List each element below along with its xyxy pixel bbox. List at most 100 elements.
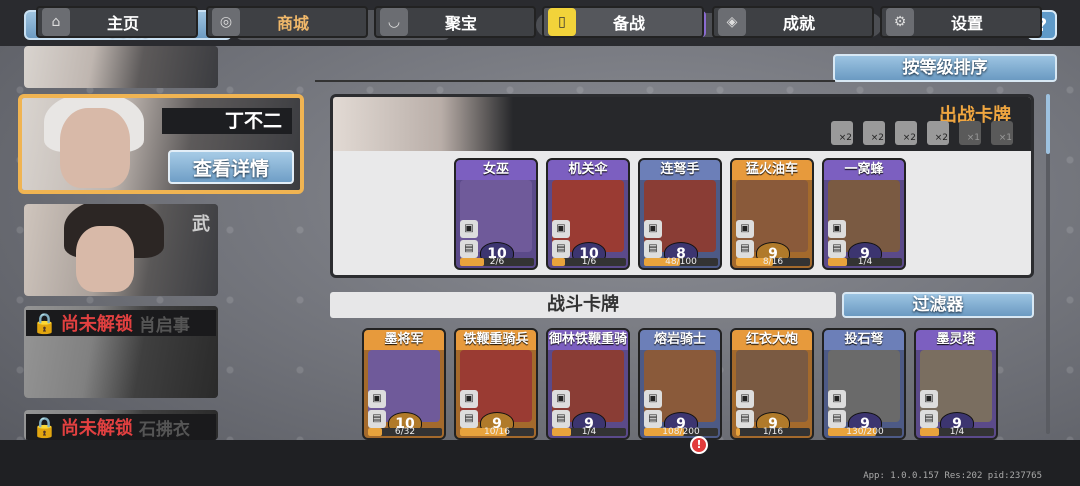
nav-home[interactable]: ⌂ 主页 (36, 6, 198, 38)
card-name: 一窝蜂 (844, 162, 884, 177)
card-name: 墨将军 (384, 332, 424, 347)
trait-icon: ▤ (828, 240, 846, 258)
trait-icon: ▣ (644, 220, 662, 238)
trait-icon: ▤ (368, 410, 386, 428)
trait-icon: ▤ (828, 410, 846, 428)
battle-card[interactable]: 铁鞭重骑兵 ▣ ▤ 9 10/16 (454, 328, 538, 440)
version-text: App: 1.0.0.157 Res:202 pid:237765 (863, 471, 1042, 481)
trait-icon: ▤ (460, 240, 478, 258)
battle-card[interactable]: 熔岩骑士 ▣ ▤ 9 108/200 (638, 328, 722, 440)
battle-cards-header: 战斗卡牌 (330, 292, 836, 318)
locked-banner: 🔒 尚未解锁 肖启事 (26, 310, 216, 336)
card-name: 熔岩骑士 (653, 332, 706, 347)
card-name: 连弩手 (660, 162, 700, 177)
card-name: 猛火油车 (745, 162, 798, 177)
lock-icon: 🔒 (32, 311, 57, 335)
trait-icon: ▤ (644, 410, 662, 428)
trait-icon: ▣ (920, 390, 938, 408)
trait-icon: ▣ (828, 390, 846, 408)
view-details-button[interactable]: 查看详情 (168, 150, 294, 184)
trait-icon: ▣ (460, 220, 478, 238)
filter-button[interactable]: 过滤器 (842, 292, 1034, 318)
trait-icon: ▣ (736, 220, 754, 238)
slot-sword-icon: ×2 (831, 121, 853, 145)
hero-name: 丁不二 (162, 108, 292, 134)
sort-by-level-button[interactable]: 按等级排序 (833, 54, 1057, 82)
coins-icon: ◎ (212, 8, 240, 36)
slot-gear-icon: ×2 (895, 121, 917, 145)
card-progress: 8/16 (736, 258, 810, 267)
trait-icon: ▣ (644, 390, 662, 408)
battle-card[interactable]: 御林铁鞭重骑兵▣▤91/4 (546, 328, 630, 440)
card-progress: 10/16 (460, 428, 534, 437)
hero-card-locked-2[interactable]: 🔒 尚未解锁 石拂衣 (24, 410, 218, 440)
trait-icon: ▤ (736, 240, 754, 258)
scrollbar-thumb[interactable] (1046, 94, 1050, 154)
divider (315, 80, 835, 82)
card-progress: 1/4 (552, 428, 626, 437)
card-progress: 1/4 (920, 428, 994, 437)
nav-achievements[interactable]: ◈ 成就 (712, 6, 874, 38)
trait-icon: ▤ (552, 410, 570, 428)
battle-card[interactable]: 墨灵塔 ▣ ▤ 9 1/4 (914, 328, 998, 440)
slot-helmet-icon: ×2 (863, 121, 885, 145)
deck-hero-portrait (333, 97, 513, 151)
notification-badge: ! (690, 436, 708, 454)
nav-prepare[interactable]: ▯ 备战 (542, 6, 704, 38)
hero-card-wu[interactable]: 武 (24, 204, 218, 296)
trait-icon: ▣ (736, 390, 754, 408)
deck-card[interactable]: 一窝蜂 ▣ ▤ 9 1/4 (822, 158, 906, 270)
nav-shop[interactable]: ◎ 商城 (206, 6, 368, 38)
card-progress: 108/200 (644, 428, 718, 437)
trait-icon: ▤ (644, 240, 662, 258)
battle-card[interactable]: 投石弩 ▣ ▤ 9 130/200 (822, 328, 906, 440)
card-progress: 48/100 (644, 258, 718, 267)
hero-face (76, 226, 134, 292)
slot-burst-icon: ×2 (927, 121, 949, 145)
battle-card[interactable]: 墨将军 ▣ ▤ 10 6/32 (362, 328, 446, 440)
card-name: 机关伞 (568, 162, 608, 177)
card-progress: 2/6 (460, 258, 534, 267)
deck-card[interactable]: 女巫 ▣ ▤ 10 2/6 (454, 158, 538, 270)
card-name: 红衣大炮 (745, 332, 798, 347)
card-name: 墨灵塔 (936, 332, 976, 347)
card-name: 御林铁鞭重骑兵 (548, 332, 627, 367)
hero-portrait (24, 46, 218, 88)
card-name: 铁鞭重骑兵 (463, 332, 529, 347)
card-progress: 1/6 (552, 258, 626, 267)
card-name: 投石弩 (844, 332, 884, 347)
scrollbar[interactable] (1046, 94, 1050, 434)
trait-icon: ▤ (736, 410, 754, 428)
hero-card-selected[interactable]: 丁不二 查看详情 (18, 94, 304, 194)
cards-icon: ▯ (548, 8, 576, 36)
home-icon: ⌂ (42, 8, 70, 36)
hero-name: 武 (192, 214, 210, 235)
hero-face (60, 108, 130, 188)
trait-icon: ▤ (460, 410, 478, 428)
battle-card[interactable]: 红衣大炮 ▣ ▤ 9 1/16 (730, 328, 814, 440)
trait-icon: ▣ (552, 390, 570, 408)
deck-card[interactable]: 猛火油车 ▣ ▤ 9 8/16 (730, 158, 814, 270)
trait-icon: ▤ (920, 410, 938, 428)
card-progress: 6/32 (368, 428, 442, 437)
trait-icon: ▣ (552, 220, 570, 238)
slot-locked-icon: ×1 (959, 121, 981, 145)
achievement-icon: ◈ (718, 8, 746, 36)
nav-treasure[interactable]: ◡ 聚宝 (374, 6, 536, 38)
card-progress: 130/200 (828, 428, 902, 437)
deck-card[interactable]: 机关伞 ▣ ▤ 10 1/6 (546, 158, 630, 270)
deck-card[interactable]: 连弩手 ▣ ▤ 8 48/100 (638, 158, 722, 270)
trait-icon: ▤ (552, 240, 570, 258)
trait-icon: ▣ (828, 220, 846, 238)
hero-card-locked-1[interactable]: 🔒 尚未解锁 肖启事 (24, 306, 218, 398)
trait-icon: ▣ (460, 390, 478, 408)
lock-icon: 🔒 (32, 415, 57, 439)
gear-icon: ⚙ (886, 8, 914, 36)
card-progress: 1/4 (828, 258, 902, 267)
hero-card-top[interactable] (24, 46, 218, 88)
slot-locked-icon: ×1 (991, 121, 1013, 145)
nav-settings[interactable]: ⚙ 设置 (880, 6, 1042, 38)
treasure-bowl-icon: ◡ (380, 8, 408, 36)
locked-banner: 🔒 尚未解锁 石拂衣 (26, 414, 216, 440)
trait-icon: ▣ (368, 390, 386, 408)
